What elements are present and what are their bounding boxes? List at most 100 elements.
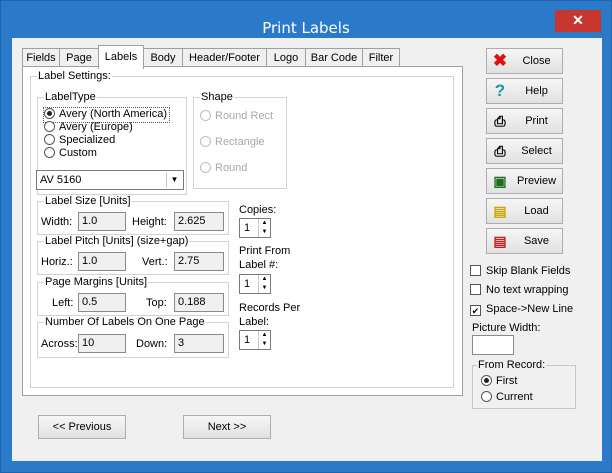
radio-custom[interactable]: Custom xyxy=(44,147,97,161)
width-field[interactable]: 1.0 xyxy=(78,212,126,231)
dropdown-value: AV 5160 xyxy=(40,174,82,186)
vert-label: Vert.: xyxy=(142,256,168,268)
preview-button[interactable]: ▣ Preview xyxy=(486,168,563,194)
window-close-button[interactable]: ✕ xyxy=(555,10,601,32)
radio-label: Rectangle xyxy=(215,136,265,148)
records-per-spinner[interactable]: 1 ▲ ▼ xyxy=(239,330,271,350)
save-button-label: Save xyxy=(523,235,550,247)
label-size-title: Label Size [Units] xyxy=(44,195,132,207)
spin-arrows-icon[interactable]: ▲ ▼ xyxy=(258,331,270,349)
tab-filter[interactable]: Filter xyxy=(362,48,400,68)
shape-title: Shape xyxy=(200,91,234,103)
print-labels-window: Print Labels ✕ Fields Page Labels Body H… xyxy=(0,0,612,473)
label-settings-title: Label Settings: xyxy=(37,70,112,82)
copies-value: 1 xyxy=(244,222,251,234)
chevron-down-icon[interactable]: ▼ xyxy=(166,172,182,188)
records-per-value: 1 xyxy=(244,334,251,346)
radio-specialized[interactable]: Specialized xyxy=(44,134,115,148)
tab-bar-code[interactable]: Bar Code xyxy=(305,48,363,68)
radio-label: Round Rect xyxy=(215,110,274,122)
tab-page[interactable]: Page xyxy=(59,48,99,68)
radio-round-rect[interactable]: Round Rect xyxy=(200,110,273,124)
radio-label: Avery (North America) xyxy=(59,108,167,120)
radio-dot xyxy=(44,147,55,158)
next-button[interactable]: Next >> xyxy=(183,415,271,439)
horiz-field[interactable]: 1.0 xyxy=(78,252,126,271)
save-icon: ▤ xyxy=(493,233,507,249)
radio-round[interactable]: Round xyxy=(200,162,247,176)
load-button-label: Load xyxy=(524,205,549,217)
radio-rectangle[interactable]: Rectangle xyxy=(200,136,265,150)
spin-arrows-icon[interactable]: ▲ ▼ xyxy=(258,219,270,237)
picture-width-field[interactable] xyxy=(472,335,514,355)
checkbox-box xyxy=(470,284,481,295)
radio-dot xyxy=(481,391,492,402)
tab-header-footer[interactable]: Header/Footer xyxy=(182,48,267,68)
radio-dot xyxy=(200,110,211,121)
radio-selected-dot xyxy=(44,108,55,119)
down-field[interactable]: 3 xyxy=(174,334,224,353)
radio-avery-europe[interactable]: Avery (Europe) xyxy=(44,121,133,135)
monitor-icon: ▣ xyxy=(493,173,507,189)
save-button[interactable]: ▤ Save xyxy=(486,228,563,254)
labels-tab-panel: Label Settings: LabelType Avery (North A… xyxy=(22,66,463,396)
previous-button[interactable]: << Previous xyxy=(38,415,126,439)
skip-blank-fields-checkbox[interactable]: Skip Blank Fields xyxy=(470,265,570,279)
shape-group: Shape Round Rect Rectangle Round xyxy=(193,91,287,189)
print-button[interactable]: ⎙ Print xyxy=(486,108,563,134)
close-button[interactable]: ✖ Close xyxy=(486,48,563,74)
height-field[interactable]: 2.625 xyxy=(174,212,224,231)
load-button[interactable]: ▤ Load xyxy=(486,198,563,224)
tab-labels[interactable]: Labels xyxy=(98,45,144,69)
load-icon: ▤ xyxy=(493,203,507,219)
print-button-label: Print xyxy=(525,115,548,127)
labels-on-page-group: Number Of Labels On One Page Across: 10 … xyxy=(37,316,229,358)
horiz-label: Horiz.: xyxy=(41,256,73,268)
spin-arrows-icon[interactable]: ▲ ▼ xyxy=(258,275,270,293)
print-from-spinner[interactable]: 1 ▲ ▼ xyxy=(239,274,271,294)
label-type-dropdown[interactable]: AV 5160 ▼ xyxy=(36,170,184,190)
radio-label: Round xyxy=(215,162,248,174)
label-pitch-group: Label Pitch [Units] (size+gap) Horiz.: 1… xyxy=(37,235,229,275)
across-field[interactable]: 10 xyxy=(78,334,126,353)
radio-first[interactable]: First xyxy=(481,375,517,389)
radio-dot xyxy=(200,162,211,173)
preview-button-label: Preview xyxy=(516,175,557,187)
radio-dot xyxy=(200,136,211,147)
tab-fields[interactable]: Fields xyxy=(22,48,60,68)
copies-spinner[interactable]: 1 ▲ ▼ xyxy=(239,218,271,238)
help-button-label: Help xyxy=(525,85,548,97)
radio-label: Custom xyxy=(59,147,97,159)
print-from-label-1: Print From xyxy=(239,245,291,257)
left-margin-field[interactable]: 0.5 xyxy=(78,293,126,312)
height-label: Height: xyxy=(132,216,167,228)
radio-current[interactable]: Current xyxy=(481,391,533,405)
space-new-line-checkbox[interactable]: ✔ Space->New Line xyxy=(470,303,573,317)
from-record-title: From Record: xyxy=(477,359,547,371)
radio-label: Current xyxy=(496,391,533,403)
checkbox-label: No text wrapping xyxy=(486,284,569,296)
radio-dot xyxy=(44,134,55,145)
radio-avery-north-america[interactable]: Avery (North America) xyxy=(43,107,170,123)
title-bar[interactable]: Print Labels ✕ xyxy=(1,1,611,37)
page-margins-title: Page Margins [Units] xyxy=(44,276,149,288)
dialog-client: Fields Page Labels Body Header/Footer Lo… xyxy=(12,38,602,461)
radio-dot xyxy=(44,121,55,132)
radio-label: Specialized xyxy=(59,134,116,146)
help-button[interactable]: ? Help xyxy=(486,78,563,104)
top-margin-field[interactable]: 0.188 xyxy=(174,293,224,312)
records-per-label-1: Records Per xyxy=(239,302,301,314)
down-label: Down: xyxy=(136,338,168,350)
no-text-wrapping-checkbox[interactable]: No text wrapping xyxy=(470,284,569,298)
from-record-group: From Record: First Current xyxy=(472,359,576,409)
label-settings-group: Label Settings: LabelType Avery (North A… xyxy=(30,70,454,388)
tab-logo[interactable]: Logo xyxy=(266,48,306,68)
top-margin-label: Top: xyxy=(146,297,167,309)
select-button[interactable]: ⎙ Select xyxy=(486,138,563,164)
label-type-group: LabelType Avery (North America) Avery (E… xyxy=(36,91,187,195)
select-button-label: Select xyxy=(521,145,552,157)
radio-label: Avery (Europe) xyxy=(59,121,133,133)
tab-body[interactable]: Body xyxy=(143,48,183,68)
vert-field[interactable]: 2.75 xyxy=(174,252,224,271)
radio-label: First xyxy=(496,375,518,387)
